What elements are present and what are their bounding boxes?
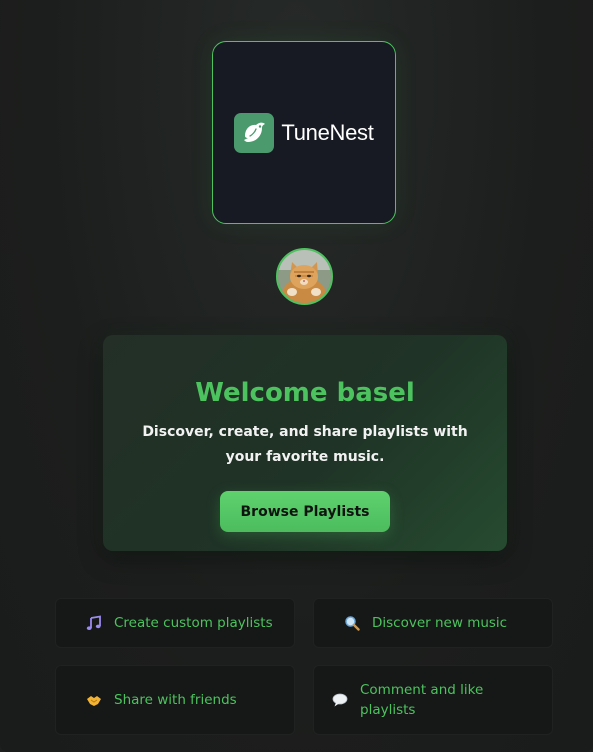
feature-discover-music: Discover new music <box>313 598 553 648</box>
browse-playlists-button[interactable]: Browse Playlists <box>220 491 390 532</box>
handshake-icon <box>86 692 102 708</box>
speech-bubble-icon <box>332 692 348 708</box>
brand-logo: TuneNest <box>234 112 374 153</box>
feature-comment-like: Comment and like playlists <box>313 665 553 735</box>
feature-create-playlists: Create custom playlists <box>55 598 295 648</box>
music-note-icon <box>86 615 102 631</box>
brand-name: TuneNest <box>281 119 374 145</box>
logo-card: TuneNest <box>212 41 396 224</box>
home-page: TuneNest Welcome basel Discover, create,… <box>0 0 593 752</box>
bird-logo-icon <box>234 112 275 153</box>
feature-share-friends: Share with friends <box>55 665 295 735</box>
feature-label: Comment and like playlists <box>360 682 484 718</box>
magnifier-icon <box>344 615 360 631</box>
welcome-title: Welcome basel <box>195 378 415 408</box>
feature-label: Share with friends <box>114 692 237 708</box>
avatar[interactable] <box>276 248 333 305</box>
welcome-card: Welcome basel Discover, create, and shar… <box>103 335 507 551</box>
feature-label: Create custom playlists <box>114 615 273 631</box>
feature-label: Discover new music <box>372 615 508 631</box>
welcome-description: Discover, create, and share playlists wi… <box>142 424 468 465</box>
